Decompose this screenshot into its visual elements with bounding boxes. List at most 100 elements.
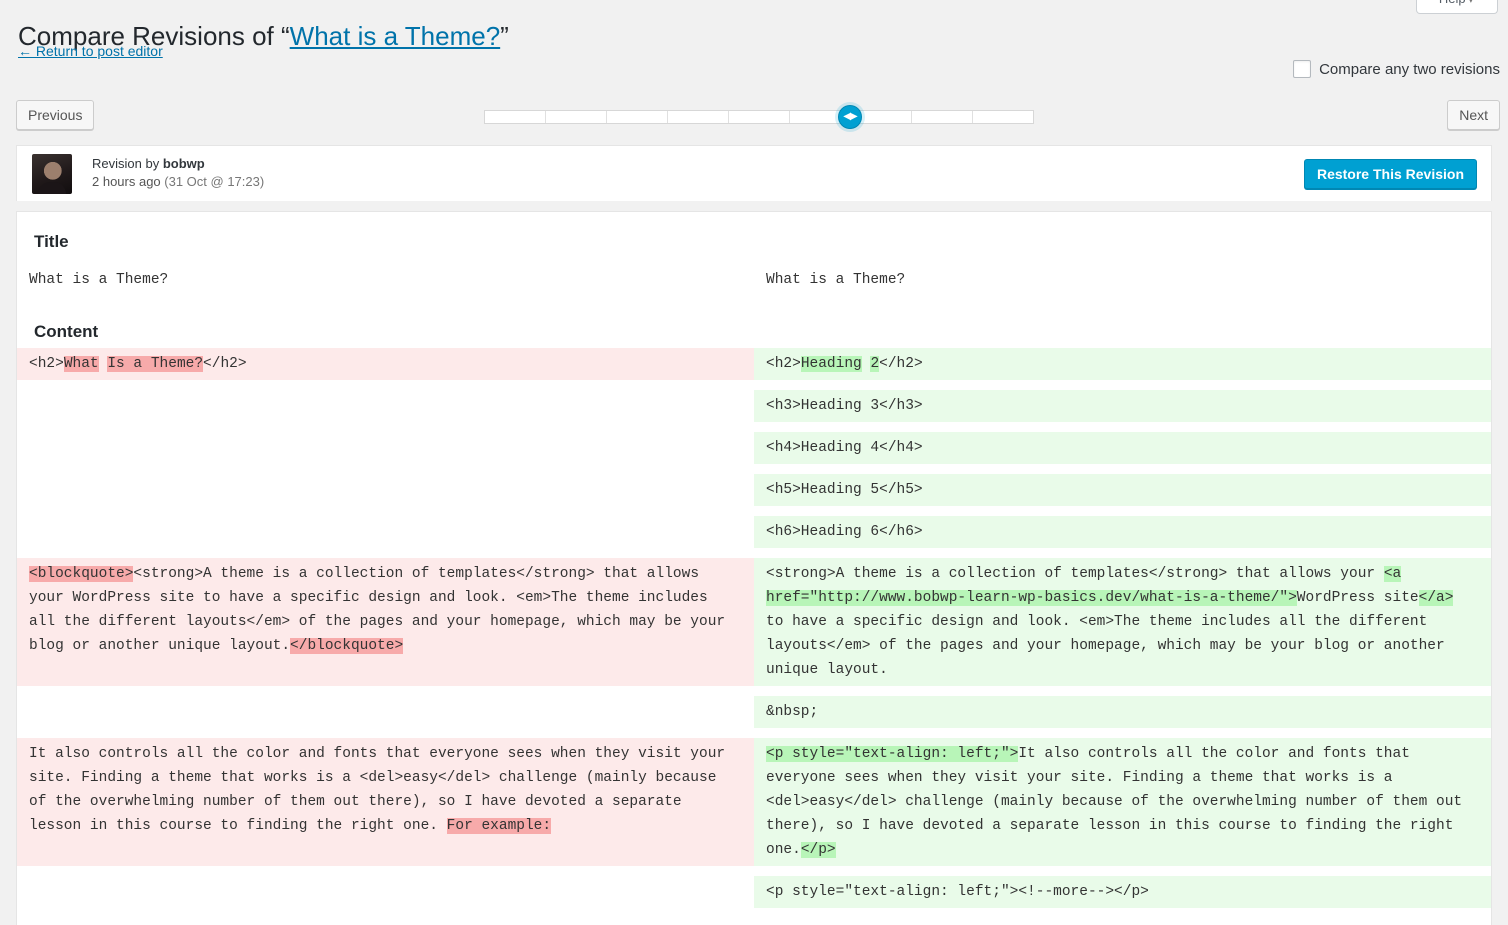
gap-cell	[754, 728, 1491, 738]
diff-table-title: What is a Theme? What is a Theme?	[17, 258, 1491, 302]
diff-del-token: <blockquote>	[29, 566, 133, 582]
diff-del-token: </blockquote>	[290, 638, 403, 654]
diff-section-title-title: Title	[34, 232, 1491, 252]
revisions-page: Help▾ Compare Revisions of “What is a Th…	[0, 0, 1508, 925]
gap-cell	[754, 464, 1491, 474]
help-tab-button[interactable]: Help▾	[1416, 0, 1498, 14]
revision-diff-panel: Title What is a Theme? What is a Theme? …	[16, 211, 1492, 925]
diff-table-content: <h2>What Is a Theme?</h2><h2>Heading 2</…	[17, 348, 1491, 908]
compare-two-revisions-checkbox[interactable]	[1293, 60, 1311, 78]
diff-cell-left	[17, 696, 754, 728]
diff-text: It also controls all the color and fonts…	[29, 746, 725, 834]
diff-add-token: <p style="text-align: left;">	[766, 746, 1018, 762]
diff-add-token: 2	[870, 356, 879, 372]
chevron-down-icon: ▾	[1469, 0, 1474, 5]
revision-relative-time: 2 hours ago	[92, 174, 164, 189]
revision-slider-handle[interactable]: ◀▶	[838, 105, 862, 129]
next-revision-button[interactable]: Next	[1447, 100, 1500, 130]
revision-slider-track[interactable]	[484, 110, 1034, 124]
diff-text: &nbsp;	[766, 704, 818, 720]
table-row: <h3>Heading 3</h3>	[17, 390, 1491, 422]
table-row: It also controls all the color and fonts…	[17, 738, 1491, 866]
diff-cell-left	[17, 432, 754, 464]
gap-cell	[754, 866, 1491, 876]
diff-cell-right: <h3>Heading 3</h3>	[754, 390, 1491, 422]
diff-cell-right: &nbsp;	[754, 696, 1491, 728]
diff-cell-left: What is a Theme?	[17, 258, 754, 302]
diff-cell-left	[17, 876, 754, 908]
slider-tick	[546, 111, 607, 123]
table-row: <p style="text-align: left;"><!--more-->…	[17, 876, 1491, 908]
table-row: <h2>What Is a Theme?</h2><h2>Heading 2</…	[17, 348, 1491, 380]
slider-tick	[973, 111, 1033, 123]
diff-cell-right: <h4>Heading 4</h4>	[754, 432, 1491, 464]
diff-cell-left	[17, 390, 754, 422]
gap-cell	[17, 464, 754, 474]
diff-cell-left	[17, 474, 754, 506]
diff-text: <h2>	[766, 356, 801, 372]
diff-del-token: For example:	[447, 818, 551, 834]
gap-cell	[17, 686, 754, 696]
help-label: Help	[1439, 0, 1466, 6]
diff-text: <h5>Heading 5</h5>	[766, 482, 923, 498]
slider-tick	[607, 111, 668, 123]
diff-row-gap	[17, 728, 1491, 738]
restore-this-revision-button[interactable]: Restore This Revision	[1304, 159, 1477, 189]
slider-tick	[912, 111, 973, 123]
diff-row-gap	[17, 506, 1491, 516]
diff-cell-right: What is a Theme?	[754, 258, 1491, 302]
table-row: <h6>Heading 6</h6>	[17, 516, 1491, 548]
diff-text: <strong>A theme is a collection of templ…	[766, 566, 1384, 582]
revision-absolute-date: (31 Oct @ 17:23)	[164, 174, 264, 189]
diff-cell-left: It also controls all the color and fonts…	[17, 738, 754, 866]
gap-cell	[754, 548, 1491, 558]
gap-cell	[754, 506, 1491, 516]
gap-cell	[17, 866, 754, 876]
compare-two-revisions-label: Compare any two revisions	[1319, 61, 1500, 78]
diff-row-gap	[17, 464, 1491, 474]
gap-cell	[754, 380, 1491, 390]
return-to-post-editor-link[interactable]: ← Return to post editor	[18, 42, 163, 60]
gap-cell	[754, 686, 1491, 696]
gap-cell	[754, 422, 1491, 432]
previous-revision-button[interactable]: Previous	[16, 100, 94, 130]
diff-cell-left: <h2>What Is a Theme?</h2>	[17, 348, 754, 380]
revision-author-line: Revision by bobwp	[92, 155, 264, 173]
diff-cell-right: <p style="text-align: left;"><!--more-->…	[754, 876, 1491, 908]
diff-add-token: </a>	[1419, 590, 1454, 606]
diff-text: </h2>	[879, 356, 923, 372]
table-row: &nbsp;	[17, 696, 1491, 728]
post-title-link[interactable]: What is a Theme?	[290, 21, 501, 51]
revision-by-prefix: Revision by	[92, 156, 163, 171]
diff-cell-right: <h6>Heading 6</h6>	[754, 516, 1491, 548]
gap-cell	[17, 728, 754, 738]
gap-cell	[17, 548, 754, 558]
page-title-suffix: ”	[500, 21, 509, 51]
gap-cell	[17, 506, 754, 516]
diff-text: <h6>Heading 6</h6>	[766, 524, 923, 540]
diff-row-gap	[17, 380, 1491, 390]
revision-meta-text: Revision by bobwp 2 hours ago (31 Oct @ …	[92, 155, 264, 191]
diff-cell-left: <blockquote><strong>A theme is a collect…	[17, 558, 754, 686]
table-row: <h5>Heading 5</h5>	[17, 474, 1491, 506]
diff-row-gap	[17, 422, 1491, 432]
gap-cell	[17, 422, 754, 432]
diff-cell-left	[17, 516, 754, 548]
diff-text: to have a specific design and look. <em>…	[766, 614, 1445, 678]
diff-add-token: </p>	[801, 842, 836, 858]
avatar	[32, 154, 72, 194]
compare-two-revisions-toggle[interactable]: Compare any two revisions	[1293, 60, 1500, 78]
diff-cell-right: <strong>A theme is a collection of templ…	[754, 558, 1491, 686]
gap-cell	[17, 380, 754, 390]
diff-cell-right: <h2>Heading 2</h2>	[754, 348, 1491, 380]
diff-text: WordPress site	[1297, 590, 1419, 606]
diff-del-token: What	[64, 356, 99, 372]
diff-text: </h2>	[203, 356, 247, 372]
diff-text: <p style="text-align: left;"><!--more-->…	[766, 884, 1149, 900]
diff-text: <h3>Heading 3</h3>	[766, 398, 923, 414]
diff-section-title-content: Content	[34, 322, 1491, 342]
revision-meta-bar: Revision by bobwp 2 hours ago (31 Oct @ …	[16, 145, 1492, 201]
diff-text: <h2>	[29, 356, 64, 372]
slider-tick	[729, 111, 790, 123]
revision-author-name: bobwp	[163, 156, 205, 171]
